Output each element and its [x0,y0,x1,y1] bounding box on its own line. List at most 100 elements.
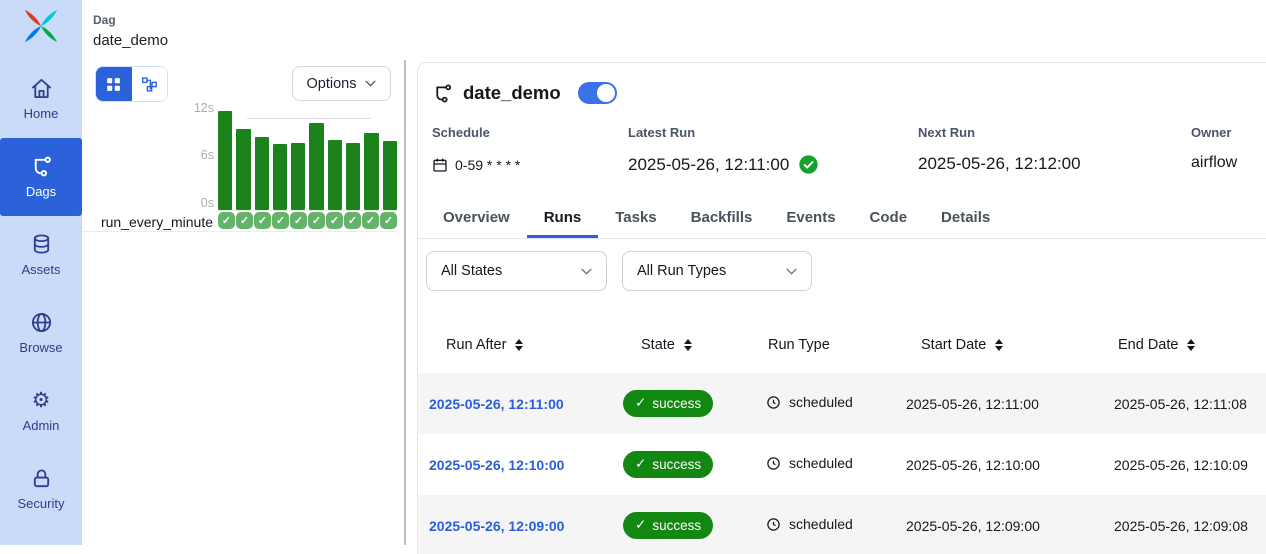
table-row: 2025-05-26, 12:11:00 ✓success scheduled … [418,373,1266,434]
run-type-filter-select[interactable]: All Run Types [622,251,812,291]
task-instance-success-box[interactable]: ✓ [344,212,361,229]
end-date-value: 2025-05-26, 12:09:08 [1114,518,1248,534]
task-instance-success-box[interactable]: ✓ [290,212,307,229]
dag-icon [432,83,453,104]
globe-icon [30,311,53,334]
duration-bar[interactable] [255,137,269,210]
duration-bar[interactable] [218,111,232,210]
duration-bar[interactable] [328,140,342,210]
duration-bar[interactable] [291,143,305,210]
panel-resize-handle[interactable] [404,60,406,545]
clock-icon [766,395,781,410]
chart-baseline [218,210,397,211]
tab-tasks[interactable]: Tasks [598,203,673,238]
column-run-type: Run Type [768,337,830,353]
run-type-value: scheduled [789,394,853,410]
run-type-filter-value: All Run Types [637,263,726,279]
sort-icon[interactable] [1187,339,1195,352]
state-filter-select[interactable]: All States [426,251,607,291]
task-instance-success-box[interactable]: ✓ [326,212,343,229]
end-date-value: 2025-05-26, 12:11:08 [1114,396,1247,412]
check-icon: ✓ [635,517,646,533]
database-icon [30,233,53,256]
task-row-divider [82,231,397,232]
dag-detail-panel: date_demo Schedule 0-59 * * * * Latest R… [417,62,1266,554]
sidebar-item-admin[interactable]: ⚙ Admin [0,372,82,450]
sidebar-item-label: Admin [23,418,60,433]
schedule-label: Schedule [432,125,520,140]
column-start-date: Start Date [921,337,986,353]
latest-run-field: Latest Run 2025-05-26, 12:11:00 [628,125,819,175]
task-instance-success-box[interactable]: ✓ [380,212,397,229]
run-after-link[interactable]: 2025-05-26, 12:10:00 [429,457,564,473]
task-instance-success-box[interactable]: ✓ [254,212,271,229]
run-type-value: scheduled [789,455,853,471]
tab-events[interactable]: Events [769,203,852,238]
sidebar-item-assets[interactable]: Assets [0,216,82,294]
sidebar-item-label: Security [18,496,65,511]
sidebar-item-browse[interactable]: Browse [0,294,82,372]
dag-card-header: date_demo [418,63,1266,105]
graph-view-button[interactable] [132,67,168,101]
schedule-value: 0-59 * * * * [455,157,520,173]
duration-bars [218,110,397,210]
y-axis-tick-0s: 0s [188,196,214,210]
home-icon [30,77,53,100]
duration-bar[interactable] [383,141,397,210]
y-axis-tick-12s: 12s [188,101,214,115]
chevron-down-icon [786,268,797,275]
options-label: Options [307,76,357,92]
sidebar-item-dags[interactable]: Dags [0,138,82,216]
column-run-after: Run After [446,337,506,353]
success-check-icon [798,154,819,175]
sidebar: Home Dags Assets Browse ⚙ Admin Security [0,0,82,545]
task-instance-states: ✓✓✓✓✓✓✓✓✓✓ [218,212,397,229]
run-after-link[interactable]: 2025-05-26, 12:11:00 [429,396,564,412]
clock-icon [766,456,781,471]
sidebar-item-home[interactable]: Home [0,60,82,138]
sidebar-item-label: Assets [21,262,60,277]
duration-bar[interactable] [309,123,323,210]
tab-runs[interactable]: Runs [527,203,599,238]
chevron-down-icon [581,268,592,275]
table-row: 2025-05-26, 12:10:00 ✓success scheduled … [418,434,1266,495]
run-filters: All States All Run Types [418,239,1266,301]
sort-icon[interactable] [684,339,692,352]
sidebar-item-security[interactable]: Security [0,450,82,528]
column-end-date: End Date [1118,337,1178,353]
latest-run-value: 2025-05-26, 12:11:00 [628,155,789,175]
status-badge: ✓success [623,451,713,478]
task-instance-success-box[interactable]: ✓ [362,212,379,229]
duration-bar[interactable] [273,144,287,210]
dag-pause-toggle[interactable] [578,82,617,104]
task-instance-success-box[interactable]: ✓ [272,212,289,229]
tab-overview[interactable]: Overview [426,203,527,238]
task-name-label: run_every_minute [88,214,213,230]
duration-bar[interactable] [346,143,360,210]
next-run-field: Next Run 2025-05-26, 12:12:00 [918,125,1081,174]
tab-backfills[interactable]: Backfills [674,203,770,238]
sort-icon[interactable] [515,339,523,352]
airflow-logo-icon[interactable] [22,7,60,45]
status-badge: ✓success [623,390,713,417]
task-instance-success-box[interactable]: ✓ [308,212,325,229]
duration-bar[interactable] [236,129,250,210]
task-instance-success-box[interactable]: ✓ [236,212,253,229]
dag-tabs: Overview Runs Tasks Backfills Events Cod… [418,203,1266,239]
task-instance-success-box[interactable]: ✓ [218,212,235,229]
sidebar-item-label: Dags [26,184,56,199]
state-filter-value: All States [441,263,502,279]
next-run-value: 2025-05-26, 12:12:00 [918,154,1081,174]
run-after-link[interactable]: 2025-05-26, 12:09:00 [429,518,564,534]
next-run-label: Next Run [918,125,1081,140]
view-mode-segmented-control [95,66,168,102]
sort-icon[interactable] [995,339,1003,352]
table-row: 2025-05-26, 12:09:00 ✓success scheduled … [418,495,1266,554]
duration-bar[interactable] [364,133,378,210]
options-button[interactable]: Options [292,66,391,101]
end-date-value: 2025-05-26, 12:10:09 [1114,457,1248,473]
grid-view-button[interactable] [96,67,132,101]
tab-details[interactable]: Details [924,203,1007,238]
tab-code[interactable]: Code [853,203,925,238]
graph-icon [141,76,158,93]
